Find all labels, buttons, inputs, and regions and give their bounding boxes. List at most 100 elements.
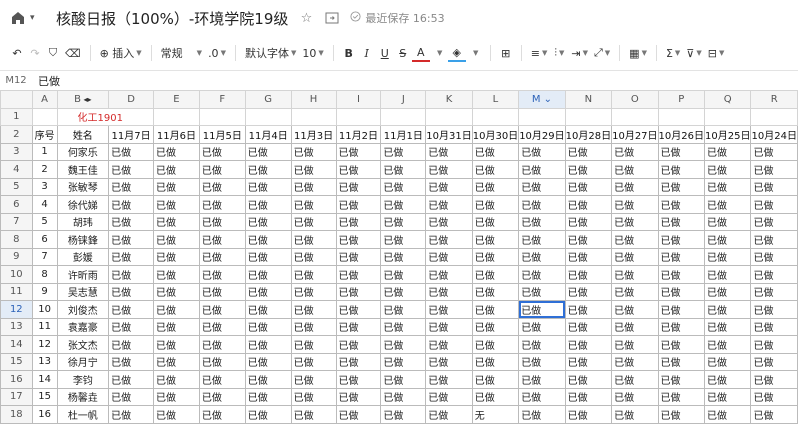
status-cell[interactable]: 已做 [244,282,292,301]
status-cell[interactable]: 已做 [152,352,200,371]
status-cell[interactable]: 已做 [108,142,154,161]
status-cell[interactable]: 已做 [244,370,292,389]
cell[interactable] [198,107,246,126]
select-all-corner[interactable] [0,90,33,109]
status-cell[interactable]: 已做 [703,405,752,424]
status-cell[interactable]: 已做 [290,352,337,371]
text-wrap-icon[interactable]: ⇥ ▼ [568,42,591,64]
status-cell[interactable]: 已做 [244,265,292,284]
status-cell[interactable]: 已做 [518,247,566,266]
status-cell[interactable]: 已做 [518,195,566,214]
status-cell[interactable]: 已做 [425,265,473,284]
row-header-10[interactable]: 10 [0,265,33,284]
status-cell[interactable]: 已做 [290,160,337,179]
bold-button[interactable]: B [340,42,358,64]
status-cell[interactable]: 已做 [518,177,566,196]
serial-number-cell[interactable]: 1 [31,142,58,161]
status-cell[interactable]: 已做 [564,405,613,424]
status-cell[interactable]: 已做 [611,387,659,406]
serial-number-cell[interactable]: 14 [31,370,58,389]
status-cell[interactable]: 已做 [108,335,154,354]
status-cell[interactable]: 已做 [244,142,292,161]
status-cell[interactable]: 已做 [703,317,752,336]
row-header-4[interactable]: 4 [0,160,33,179]
status-cell[interactable]: 已做 [518,317,566,336]
serial-number-cell[interactable]: 12 [31,335,58,354]
row-header-9[interactable]: 9 [0,247,33,266]
status-cell[interactable]: 已做 [425,282,473,301]
status-cell[interactable]: 已做 [611,370,659,389]
status-cell[interactable]: 已做 [198,212,246,231]
serial-number-cell[interactable]: 5 [31,212,58,231]
status-cell[interactable]: 已做 [108,405,154,424]
row-header-6[interactable]: 6 [0,195,33,214]
status-cell[interactable]: 已做 [108,370,154,389]
status-cell[interactable]: 已做 [750,282,798,301]
status-cell[interactable]: 已做 [290,195,337,214]
status-cell[interactable]: 已做 [750,160,798,179]
status-cell[interactable]: 已做 [425,247,473,266]
status-cell[interactable]: 已做 [564,352,613,371]
active-cell[interactable]: 已做 [518,300,566,319]
status-cell[interactable]: 已做 [518,142,566,161]
status-cell[interactable]: 已做 [244,212,292,231]
status-cell[interactable]: 已做 [290,300,337,319]
column-header-i[interactable]: I [335,90,382,109]
row-header-17[interactable]: 17 [0,387,33,406]
borders-icon[interactable]: ⊞ [497,42,515,64]
status-cell[interactable]: 已做 [471,317,520,336]
status-cell[interactable]: 已做 [198,282,246,301]
serial-number-cell[interactable]: 2 [31,160,58,179]
status-cell[interactable]: 已做 [380,387,427,406]
status-cell[interactable]: 已做 [335,300,382,319]
fill-color-icon[interactable]: ◈ [447,44,466,62]
status-cell[interactable]: 已做 [290,265,337,284]
status-cell[interactable]: 已做 [198,387,246,406]
status-cell[interactable]: 已做 [564,387,613,406]
status-cell[interactable]: 已做 [290,335,337,354]
status-cell[interactable]: 已做 [198,177,246,196]
status-cell[interactable]: 已做 [750,405,798,424]
status-cell[interactable]: 已做 [290,282,337,301]
student-name-cell[interactable]: 彭媛 [56,247,110,266]
status-cell[interactable]: 已做 [380,212,427,231]
status-cell[interactable]: 已做 [290,177,337,196]
status-cell[interactable]: 已做 [244,317,292,336]
status-cell[interactable]: 已做 [425,212,473,231]
status-cell[interactable]: 已做 [703,387,752,406]
hidden-columns-icon[interactable]: ◂▸ [81,95,91,104]
status-cell[interactable]: 已做 [108,195,154,214]
student-name-cell[interactable]: 杨馨垚 [56,387,110,406]
serial-number-cell[interactable]: 11 [31,317,58,336]
status-cell[interactable]: 已做 [564,335,613,354]
status-cell[interactable]: 已做 [657,230,706,249]
status-cell[interactable]: 已做 [152,317,200,336]
status-cell[interactable]: 已做 [518,230,566,249]
status-cell[interactable]: 已做 [152,300,200,319]
status-cell[interactable]: 已做 [198,160,246,179]
status-cell[interactable]: 已做 [703,335,752,354]
status-cell[interactable]: 已做 [657,387,706,406]
header-cell[interactable]: 11月3日 [290,125,337,144]
strikethrough-button[interactable]: S [394,42,412,64]
header-cell[interactable]: 10月31日 [425,125,473,144]
status-cell[interactable]: 已做 [703,247,752,266]
status-cell[interactable]: 已做 [750,195,798,214]
status-cell[interactable]: 已做 [108,177,154,196]
serial-number-cell[interactable]: 16 [31,405,58,424]
status-cell[interactable]: 已做 [471,247,520,266]
column-header-h[interactable]: H [290,90,337,109]
status-cell[interactable]: 已做 [703,160,752,179]
clear-format-icon[interactable]: ⌫ [62,42,84,64]
serial-number-cell[interactable]: 3 [31,177,58,196]
status-cell[interactable]: 已做 [198,142,246,161]
status-cell[interactable]: 已做 [564,212,613,231]
status-cell[interactable]: 已做 [518,405,566,424]
status-cell[interactable]: 已做 [471,230,520,249]
status-cell[interactable]: 已做 [380,300,427,319]
status-cell[interactable]: 已做 [564,142,613,161]
column-header-m[interactable]: M ⌄ [518,90,566,109]
status-cell[interactable]: 已做 [152,230,200,249]
status-cell[interactable]: 已做 [471,335,520,354]
status-cell[interactable]: 已做 [657,247,706,266]
